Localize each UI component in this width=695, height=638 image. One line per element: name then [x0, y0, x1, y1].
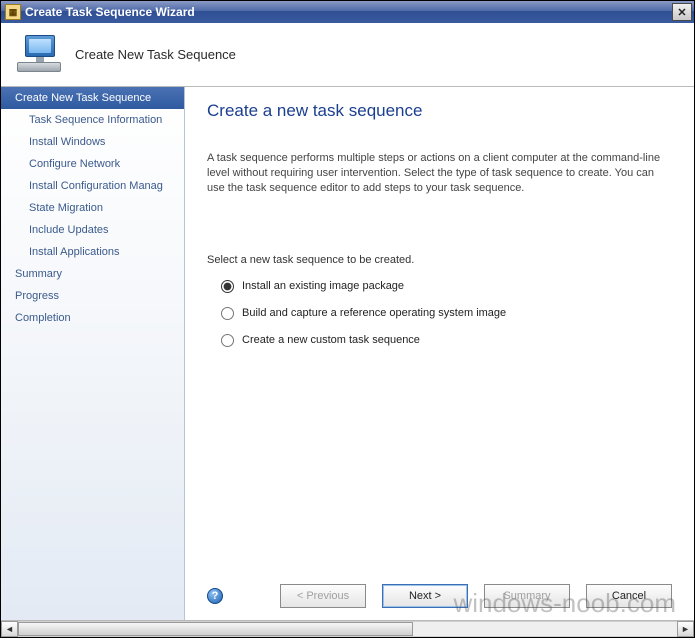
cancel-button[interactable]: Cancel [586, 584, 672, 608]
page-heading: Create a new task sequence [207, 101, 672, 121]
sidebar-item[interactable]: Create New Task Sequence [1, 87, 184, 109]
next-button[interactable]: Next > [382, 584, 468, 608]
window-title: Create Task Sequence Wizard [25, 5, 672, 19]
radio-label: Install an existing image package [242, 280, 404, 292]
app-icon: ▦ [5, 4, 21, 20]
radio-label: Create a new custom task sequence [242, 334, 420, 346]
sidebar-item[interactable]: Completion [1, 307, 184, 329]
radio-input[interactable] [221, 334, 234, 347]
computer-icon [17, 35, 61, 75]
header: Create New Task Sequence [1, 23, 694, 87]
sidebar-item[interactable]: Task Sequence Information [1, 109, 184, 131]
header-title: Create New Task Sequence [75, 47, 236, 62]
radio-option[interactable]: Install an existing image package [221, 280, 672, 293]
radio-input[interactable] [221, 307, 234, 320]
sidebar-item[interactable]: Progress [1, 285, 184, 307]
footer: ? < Previous Next > Summary Cancel [207, 578, 672, 610]
radio-option[interactable]: Create a new custom task sequence [221, 334, 672, 347]
sidebar-item[interactable]: Install Applications [1, 241, 184, 263]
scroll-right-arrow-icon[interactable]: ► [677, 621, 694, 637]
sidebar-item[interactable]: Configure Network [1, 153, 184, 175]
close-button[interactable]: ✕ [672, 3, 692, 21]
prompt-text: Select a new task sequence to be created… [207, 254, 672, 266]
help-icon[interactable]: ? [207, 588, 223, 604]
sidebar-item[interactable]: Install Windows [1, 131, 184, 153]
sidebar-item[interactable]: Summary [1, 263, 184, 285]
sidebar-item[interactable]: Install Configuration Manag [1, 175, 184, 197]
content-pane: Create a new task sequence A task sequen… [185, 87, 694, 620]
titlebar: ▦ Create Task Sequence Wizard ✕ [1, 1, 694, 23]
previous-button[interactable]: < Previous [280, 584, 366, 608]
body: Create New Task SequenceTask Sequence In… [1, 87, 694, 620]
radio-group: Install an existing image package Build a… [221, 280, 672, 361]
wizard-window: ▦ Create Task Sequence Wizard ✕ Create N… [0, 0, 695, 638]
radio-option[interactable]: Build and capture a reference operating … [221, 307, 672, 320]
scroll-thumb[interactable] [18, 622, 413, 636]
sidebar-item[interactable]: Include Updates [1, 219, 184, 241]
sidebar-item[interactable]: State Migration [1, 197, 184, 219]
sidebar: Create New Task SequenceTask Sequence In… [1, 87, 185, 620]
radio-input[interactable] [221, 280, 234, 293]
horizontal-scrollbar[interactable]: ◄ ► [1, 620, 694, 637]
scroll-left-arrow-icon[interactable]: ◄ [1, 621, 18, 637]
radio-label: Build and capture a reference operating … [242, 307, 506, 319]
summary-button[interactable]: Summary [484, 584, 570, 608]
page-description: A task sequence performs multiple steps … [207, 151, 672, 196]
scroll-track[interactable] [18, 621, 677, 637]
